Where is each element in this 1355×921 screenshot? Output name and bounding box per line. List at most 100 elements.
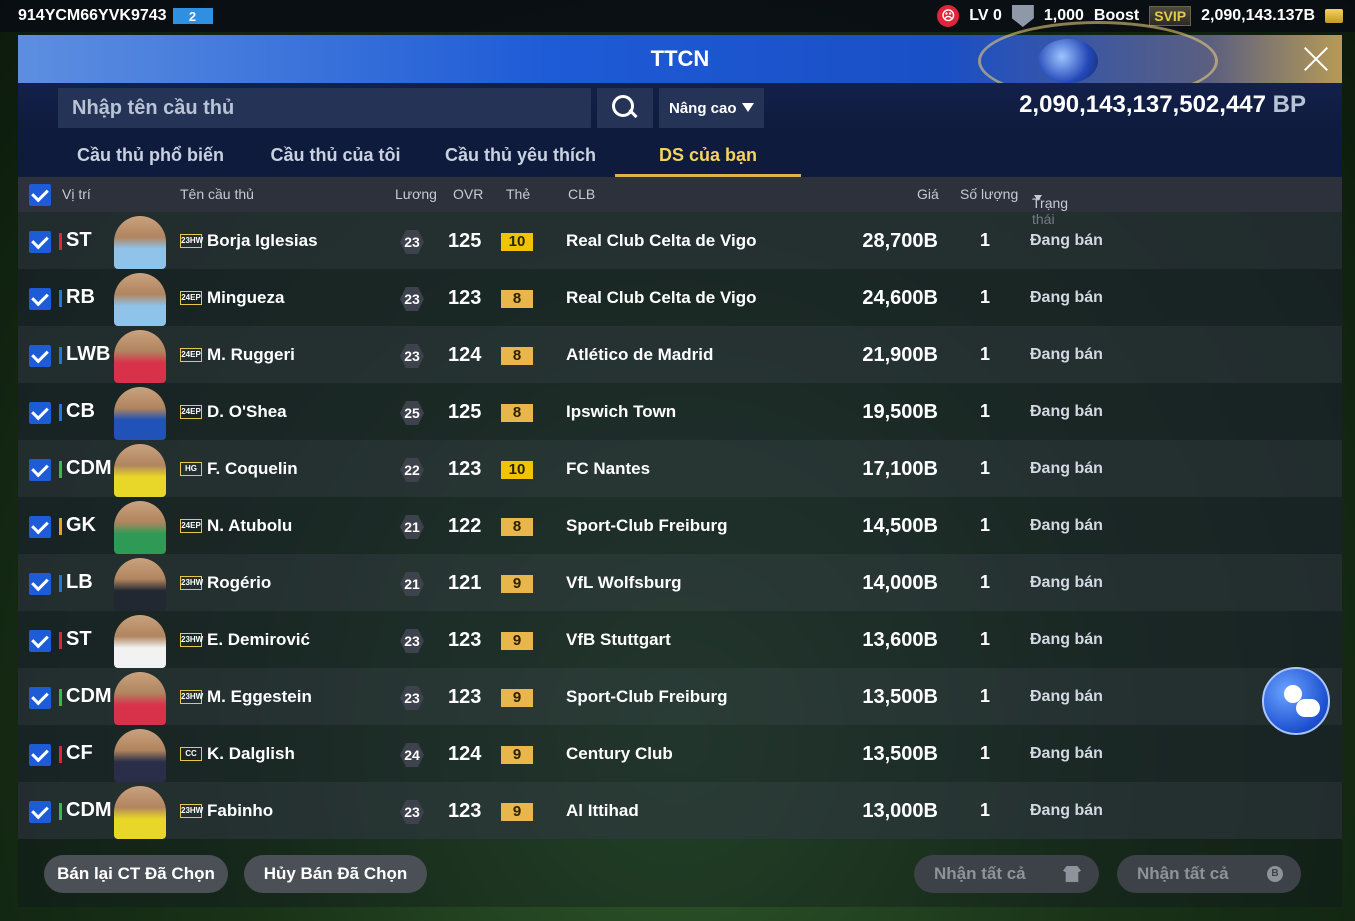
season-badge-icon: CC [180,747,202,761]
player-club: Century Club [566,744,673,763]
player-club: Atlético de Madrid [566,345,714,364]
card-grade-badge: 8 [501,290,533,308]
card-grade-badge: 8 [501,404,533,422]
col-club[interactable]: CLB [568,186,595,202]
player-portrait [114,729,166,782]
listing-status: Đang bán [1030,745,1103,762]
table-row[interactable]: LWB 24EP M. Ruggeri 23 124 8 Atlético de Madri… [18,326,1342,383]
table-row[interactable]: CF CC K. Dalglish 24 124 9 Century Club 13,500B… [18,725,1342,782]
row-checkbox[interactable] [29,288,51,310]
player-club: Sport-Club Freiburg [566,687,728,706]
listing-quantity: 1 [980,686,991,706]
position-color-bar [59,575,62,592]
caret-down-icon [1034,195,1042,201]
table-row[interactable]: ST 23HW E. Demirović 23 123 9 VfB Stuttgart 13,… [18,611,1342,668]
player-club: VfL Wolfsburg [566,573,682,592]
transfer-market-panel: TTCN Nâng cao 2,090,143,137,502,447 BP C… [18,21,1342,907]
position-color-bar [59,233,62,250]
claim-all-players-button[interactable]: Nhận tất cả [914,855,1099,893]
player-portrait [114,216,166,269]
panel-header: TTCN [18,21,1342,101]
row-checkbox[interactable] [29,231,51,253]
tab-favorite-players[interactable]: Cầu thủ yêu thích [428,133,613,177]
row-checkbox[interactable] [29,687,51,709]
table-row[interactable]: CDM 23HW Fabinho 23 123 9 Al Ittihad 13,000B 1 Đa… [18,782,1342,839]
position-color-bar [59,746,62,763]
user-id: 914YCM66YVK9743 [18,7,167,24]
player-search-input[interactable] [58,88,591,128]
select-all-checkbox[interactable] [29,184,51,206]
row-checkbox[interactable] [29,345,51,367]
row-checkbox[interactable] [29,459,51,481]
claim-all-coins-button[interactable]: Nhận tất cả B [1117,855,1301,893]
listing-price: 13,600B [862,629,938,651]
shirt-icon [1063,866,1081,882]
player-ovr: 125 [448,401,482,423]
player-ovr: 125 [448,230,482,252]
salary-badge: 23 [400,629,424,653]
season-badge-icon: 23HW [180,633,203,647]
card-grade-badge: 9 [501,575,533,593]
listing-price: 14,500B [862,515,938,537]
salary-badge: 24 [400,743,424,767]
row-checkbox[interactable] [29,516,51,538]
salary-badge: 23 [400,287,424,311]
search-button[interactable] [597,88,653,128]
table-row[interactable]: CDM HG F. Coquelin 22 123 10 FC Nantes 17,100B 1… [18,440,1342,497]
salary-badge: 23 [400,800,424,824]
tab-popular-players[interactable]: Cầu thủ phổ biến [48,133,253,177]
resell-selected-button[interactable]: Bán lại CT Đã Chọn [44,855,228,893]
listing-price: 13,500B [862,743,938,765]
tab-my-players[interactable]: Cầu thủ của tôi [243,133,428,177]
player-portrait [114,615,166,668]
player-name: M. Ruggeri [207,345,295,364]
season-badge-icon: 23HW [180,576,203,590]
col-name[interactable]: Tên cầu thủ [180,186,254,202]
player-club: Real Club Celta de Vigo [566,231,757,250]
panel-title: TTCN [650,46,710,71]
advanced-filter-select[interactable]: Nâng cao [659,88,764,128]
table-row[interactable]: GK 24EP N. Atubolu 21 122 8 Sport-Club Freibur… [18,497,1342,554]
table-row[interactable]: ST 23HW Borja Iglesias 23 125 10 Real Club Cel… [18,212,1342,269]
chat-support-button[interactable] [1262,667,1330,735]
row-checkbox[interactable] [29,573,51,595]
card-grade-badge: 10 [501,461,533,479]
player-ovr: 123 [448,800,482,822]
player-name: N. Atubolu [207,516,293,535]
tab-your-listings[interactable]: DS của bạn [615,133,801,177]
card-grade-badge: 9 [501,689,533,707]
row-checkbox[interactable] [29,402,51,424]
player-position: LWB [66,343,111,365]
listing-price: 13,000B [862,800,938,822]
position-color-bar [59,290,62,307]
cancel-selected-button[interactable]: Hủy Bán Đã Chọn [244,855,427,893]
listing-status: Đang bán [1030,232,1103,249]
player-portrait [114,273,166,326]
col-position[interactable]: Vị trí [62,186,91,202]
table-row[interactable]: LB 23HW Rogério 21 121 9 VfL Wolfsburg 14,000B 1… [18,554,1342,611]
close-icon[interactable] [1298,41,1334,77]
player-name: Mingueza [207,288,285,307]
table-row[interactable]: CDM 23HW M. Eggestein 23 123 9 Sport-Club Frei… [18,668,1342,725]
player-club: Real Club Celta de Vigo [566,288,757,307]
col-ovr[interactable]: OVR [453,186,483,202]
table-row[interactable]: RB 24EP Mingueza 23 123 8 Real Club Celta de V… [18,269,1342,326]
card-grade-badge: 8 [501,347,533,365]
col-card[interactable]: Thẻ [506,186,530,202]
row-checkbox[interactable] [29,630,51,652]
col-price[interactable]: Giá [917,186,939,202]
salary-badge: 22 [400,458,424,482]
player-name: E. Demirović [207,630,310,649]
row-checkbox[interactable] [29,744,51,766]
ticket-icon [1325,9,1343,23]
row-checkbox[interactable] [29,801,51,823]
col-salary[interactable]: Lương [395,186,437,202]
player-name: Rogério [207,573,272,592]
col-quantity[interactable]: Số lượng [960,186,1018,202]
table-row[interactable]: CB 24EP D. O'Shea 25 125 8 Ipswich Town 19,500B… [18,383,1342,440]
search-row: Nâng cao 2,090,143,137,502,447 BP [18,83,1342,133]
listing-status: Đang bán [1030,346,1103,363]
coin-icon: B [1267,866,1283,882]
player-position: ST [66,628,92,650]
player-position: ST [66,229,92,251]
